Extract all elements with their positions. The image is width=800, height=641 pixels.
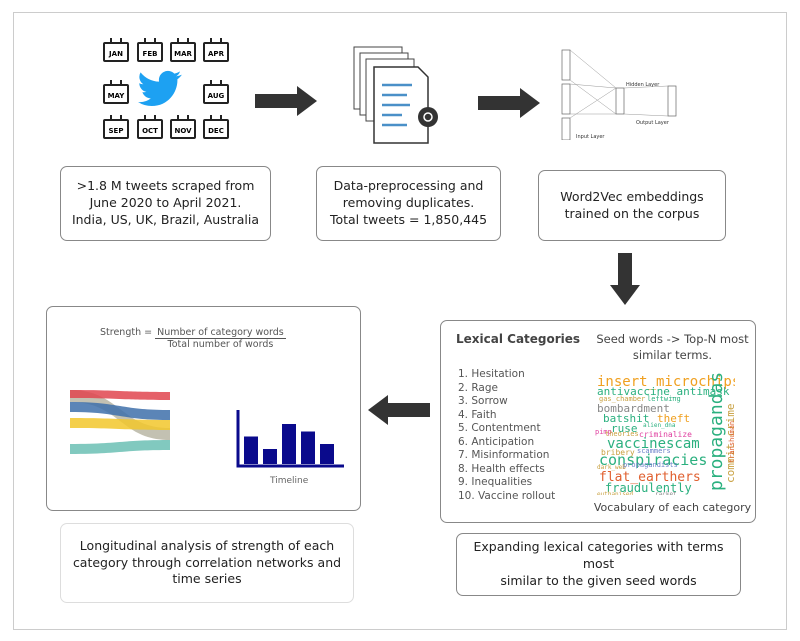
description-line: India, US, UK, Brazil, Australia: [71, 211, 260, 227]
arrow-down-icon: [610, 253, 640, 305]
timeline-bar: [263, 449, 277, 464]
word2vec-description: Word2Vec embeddings trained on the corpus: [538, 170, 726, 241]
hidden-layer-label: Hidden Layer: [626, 82, 660, 88]
calendar-sep-icon: SEP: [103, 115, 129, 139]
category-list: 1. Hesitation 2. Rage 3. Sorrow 4. Faith 5. …: [458, 368, 555, 503]
timeline-label: Timeline: [270, 476, 309, 486]
description-line: trained on the corpus: [564, 205, 700, 221]
cloud-caption: Vocabulary of each category: [593, 501, 752, 514]
sankey-flow: [70, 418, 170, 430]
calendar-feb-icon: FEB: [137, 38, 163, 62]
description-line: Longitudinal analysis of strength of eac…: [79, 537, 335, 553]
preprocessing-description: Data-preprocessing and removing duplicate…: [316, 166, 501, 241]
word-cloud: insert_microchips antivaccine_antimask gas…: [595, 373, 735, 495]
category-item: 8. Health effects: [458, 462, 545, 475]
description-line: similar to the given seed words: [500, 572, 697, 588]
sankey-flow: [70, 440, 170, 454]
description-line: June 2020 to April 2021.: [89, 195, 242, 211]
calendar-oct-icon: OCT: [137, 115, 163, 139]
arrow-left-icon: [368, 395, 430, 425]
twitter-bird-icon: [138, 70, 182, 107]
category-item: 1. Hesitation: [458, 368, 525, 380]
category-item: 10. Vaccine rollout: [458, 489, 556, 502]
cloud-word: transhuman: [728, 420, 735, 463]
cloud-word: racket: [655, 490, 677, 495]
category-item: 9. Inequalities: [458, 476, 533, 488]
calendar-mar-icon: MAR: [170, 38, 196, 62]
formula-lhs: Strength =: [100, 327, 156, 338]
description-line: Data-preprocessing and: [333, 178, 484, 194]
description-line: Total tweets = 1,850,445: [329, 211, 488, 227]
category-item: 5. Contentment: [458, 422, 541, 434]
timeline-bar: [244, 436, 258, 464]
expanding-description: Expanding lexical categories with terms …: [456, 533, 741, 596]
description-line: category through correlation networks an…: [72, 554, 342, 570]
timeline-bar: [301, 431, 315, 464]
arrow-right-icon: [478, 88, 540, 118]
calendar-jan-icon: JAN: [103, 38, 129, 62]
category-item: 4. Faith: [458, 408, 497, 421]
calendar-may-icon: MAY: [103, 80, 129, 104]
category-item: 7. Misinformation: [458, 449, 550, 461]
category-item: 3. Sorrow: [458, 395, 508, 407]
calendar-apr-icon: APR: [203, 38, 229, 62]
description-line: time series: [172, 571, 242, 587]
seed-caption: Seed words -> Top-N most similar terms.: [596, 332, 749, 362]
longitudinal-description: Longitudinal analysis of strength of eac…: [60, 523, 354, 603]
category-item: 6. Anticipation: [458, 435, 535, 448]
calendar-aug-icon: AUG: [203, 80, 229, 104]
lexical-categories-title: Lexical Categories: [456, 332, 581, 346]
calendar-nov-icon: NOV: [170, 115, 196, 139]
arrow-right-icon: [255, 86, 317, 116]
calendar-dec-icon: DEC: [203, 115, 229, 139]
timeline-bar: [282, 424, 296, 464]
timeline-bar-chart: [236, 410, 344, 468]
description-line: Expanding lexical categories with terms …: [473, 539, 724, 572]
description-line: removing duplicates.: [342, 195, 475, 211]
description-line: Word2Vec embeddings: [560, 188, 704, 204]
sankey-chart: [70, 390, 170, 454]
input-layer-label: Input Layer: [576, 134, 605, 140]
timeline-bar: [320, 444, 334, 464]
strength-formula: Strength = Number of category words Total…: [100, 327, 286, 350]
category-item: 2. Rage: [458, 381, 498, 394]
description-line: >1.8 M tweets scraped from: [76, 178, 255, 194]
formula-denominator: Total number of words: [167, 339, 274, 350]
cloud-word: euthanised: [597, 490, 634, 495]
formula-numerator: Number of category words: [155, 327, 286, 339]
word2vec-network-diagram: Hidden Layer Output Layer Input Layer: [561, 49, 677, 140]
scraping-description: >1.8 M tweets scraped from June 2020 to A…: [60, 166, 271, 241]
documents-processing-icon: [353, 46, 438, 144]
output-layer-label: Output Layer: [636, 120, 670, 126]
cloud-word: propagandists: [623, 460, 678, 469]
cloud-word: alien_dna: [643, 421, 676, 429]
